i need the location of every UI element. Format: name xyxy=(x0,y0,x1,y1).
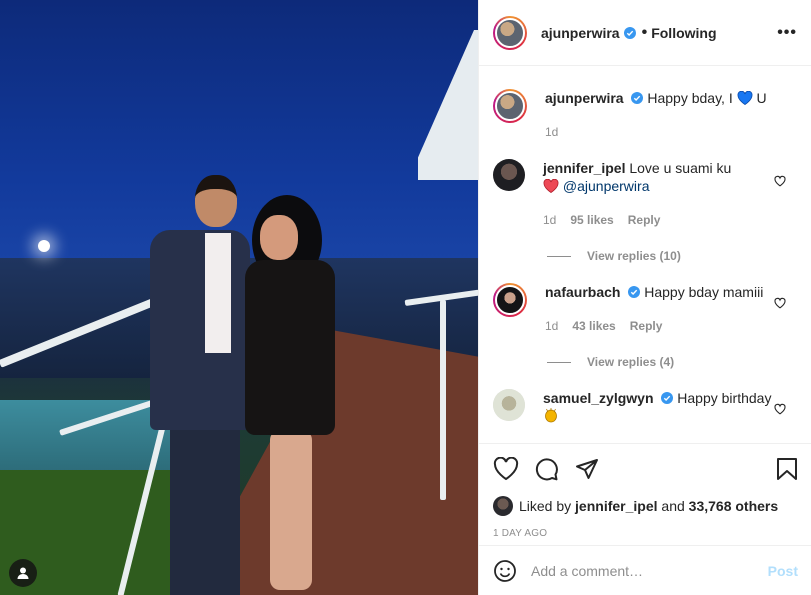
commenter-avatar[interactable] xyxy=(493,283,527,317)
instagram-post: ajunperwira • Following ••• ajunperwira … xyxy=(0,0,811,595)
caption-avatar[interactable] xyxy=(493,89,527,123)
comment-text: Love u suami ku xyxy=(629,160,732,176)
emoji-smiley-icon[interactable] xyxy=(493,559,517,583)
likes-count[interactable]: 33,768 others xyxy=(689,498,779,514)
author-username[interactable]: ajunperwira xyxy=(541,25,620,41)
commenter-avatar[interactable] xyxy=(493,159,525,191)
post-header: ajunperwira • Following ••• xyxy=(479,0,811,66)
comment-text: Happy bday mamiii xyxy=(644,284,764,300)
action-icons xyxy=(493,456,798,482)
blue-heart-icon xyxy=(737,91,753,105)
verified-badge-icon xyxy=(623,26,636,39)
commenter-username[interactable]: nafaurbach xyxy=(545,284,620,300)
liker-avatar[interactable] xyxy=(493,496,513,516)
comment-likes-count[interactable]: 95 likes xyxy=(570,211,613,229)
post-photo[interactable] xyxy=(0,0,478,595)
verified-badge-icon xyxy=(631,92,644,104)
comment-item: samuel_zylgwyn Happy birthday xyxy=(479,369,811,425)
post-comment-button[interactable]: Post xyxy=(768,563,798,579)
like-heart-icon[interactable] xyxy=(493,457,519,481)
reply-button[interactable]: Reply xyxy=(628,211,661,229)
commenter-username[interactable]: jennifer_ipel xyxy=(543,160,625,176)
add-comment-bar: Post xyxy=(479,545,811,595)
tagged-users-icon[interactable] xyxy=(9,559,37,587)
comments-list[interactable]: ajunperwira Happy bday, I U 1d jennifer_… xyxy=(479,67,811,442)
post-timestamp[interactable]: 1 DAY AGO xyxy=(493,528,798,539)
replies-line xyxy=(547,361,571,363)
caption-text-end: U xyxy=(756,90,767,106)
caption-text: Happy bday, I xyxy=(647,90,733,106)
view-replies-button[interactable]: View replies (4) xyxy=(479,335,811,369)
railing xyxy=(440,300,446,500)
post-actions: Liked by jennifer_ipel and 33,768 others… xyxy=(479,443,811,553)
commenter-avatar[interactable] xyxy=(493,389,525,421)
like-comment-icon[interactable] xyxy=(774,403,786,415)
share-paper-plane-icon[interactable] xyxy=(575,457,599,481)
comment-time[interactable]: 1d xyxy=(545,317,558,335)
person-man xyxy=(150,175,250,595)
reply-button[interactable]: Reply xyxy=(630,317,663,335)
person-woman xyxy=(240,195,340,595)
verified-badge-icon xyxy=(661,392,674,404)
likes-middle: and xyxy=(661,498,685,514)
view-replies-button[interactable]: View replies (10) xyxy=(479,229,811,263)
moon-light xyxy=(38,240,50,252)
replies-line xyxy=(547,255,571,257)
comment-time[interactable]: 1d xyxy=(543,211,556,229)
verified-badge-icon xyxy=(628,286,641,298)
view-replies-label: View replies (10) xyxy=(587,249,681,263)
separator-dot: • xyxy=(641,23,648,41)
likes-prefix: Liked by xyxy=(519,498,572,514)
building-roof xyxy=(418,30,478,180)
comment-icon[interactable] xyxy=(535,457,559,481)
save-bookmark-icon[interactable] xyxy=(776,457,798,481)
commenter-username[interactable]: samuel_zylgwyn xyxy=(543,390,654,406)
author-avatar[interactable] xyxy=(493,15,527,50)
like-comment-icon[interactable] xyxy=(774,297,786,309)
caption-username[interactable]: ajunperwira xyxy=(545,90,624,106)
likes-summary[interactable]: Liked by jennifer_ipel and 33,768 others xyxy=(493,496,798,516)
more-options-icon[interactable]: ••• xyxy=(777,24,797,42)
liker-username[interactable]: jennifer_ipel xyxy=(575,498,657,514)
comment-likes-count[interactable]: 43 likes xyxy=(572,317,615,335)
view-replies-label: View replies (4) xyxy=(587,355,675,369)
red-heart-icon xyxy=(543,179,559,193)
like-comment-icon[interactable] xyxy=(774,175,786,187)
comment-item: nafaurbach Happy bday mamiii 1d 43 likes… xyxy=(479,263,811,335)
clapping-hands-icon xyxy=(545,408,557,423)
caption-time[interactable]: 1d xyxy=(545,123,558,141)
comment-mention-link[interactable]: @ajunperwira xyxy=(563,178,650,194)
following-button[interactable]: Following xyxy=(651,25,716,41)
comment-item: jennifer_ipel Love u suami ku @ajunperwi… xyxy=(479,141,811,229)
comment-input[interactable] xyxy=(531,562,768,579)
caption: ajunperwira Happy bday, I U 1d xyxy=(479,67,811,141)
comment-text: Happy birthday xyxy=(677,390,772,406)
post-sidebar: ajunperwira • Following ••• ajunperwira … xyxy=(478,0,811,595)
